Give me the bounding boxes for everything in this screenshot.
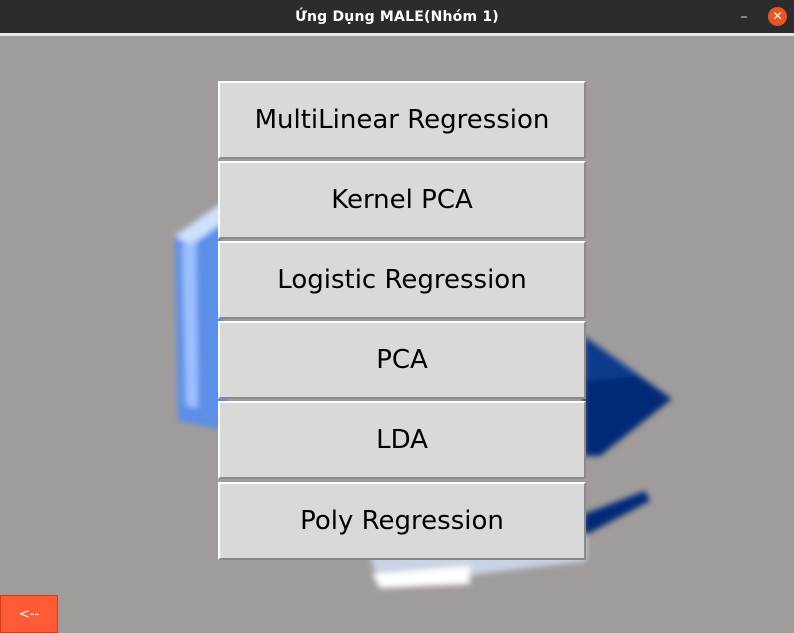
back-button-label: <-- (18, 606, 40, 622)
back-button[interactable]: <-- (0, 595, 58, 633)
pca-button[interactable]: PCA (218, 321, 586, 399)
kernel-pca-button[interactable]: Kernel PCA (218, 161, 586, 239)
close-icon[interactable]: ✕ (768, 7, 787, 26)
main-content: MultiLinear Regression Kernel PCA Logist… (0, 36, 794, 633)
window-title: Ứng Dụng MALE(Nhóm 1) (295, 8, 499, 25)
lda-button[interactable]: LDA (218, 401, 586, 479)
kernel-pca-label: Kernel PCA (331, 185, 473, 215)
multilinear-regression-label: MultiLinear Regression (254, 105, 550, 135)
minimize-icon[interactable]: – (735, 8, 753, 26)
multilinear-regression-button[interactable]: MultiLinear Regression (218, 81, 586, 159)
logistic-regression-label: Logistic Regression (277, 265, 527, 295)
window-titlebar: Ứng Dụng MALE(Nhóm 1) – ✕ (0, 0, 794, 33)
pca-label: PCA (376, 345, 428, 375)
poly-regression-label: Poly Regression (300, 506, 504, 536)
poly-regression-button[interactable]: Poly Regression (218, 482, 586, 560)
lda-label: LDA (376, 425, 428, 455)
logistic-regression-button[interactable]: Logistic Regression (218, 241, 586, 319)
